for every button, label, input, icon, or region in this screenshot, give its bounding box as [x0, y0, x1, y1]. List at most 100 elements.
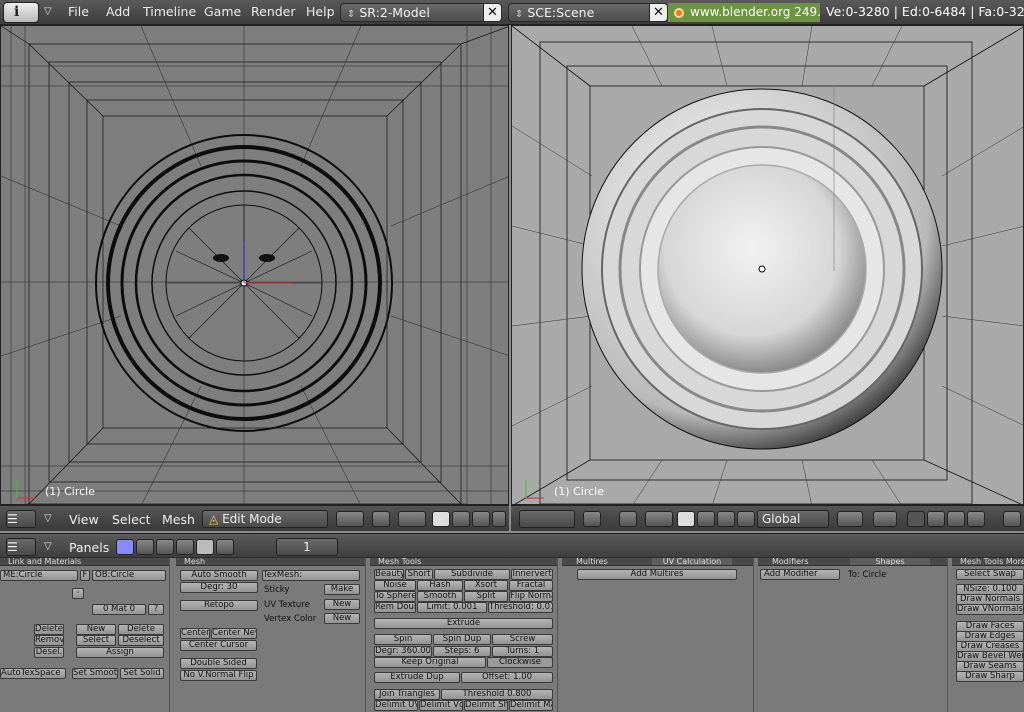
collapse-menu-icon[interactable]: ▽: [44, 5, 56, 19]
flip-normal-button[interactable]: Flip Normal: [509, 591, 553, 602]
menu-file[interactable]: File: [68, 4, 89, 19]
scene-close-icon[interactable]: ✕: [649, 4, 667, 21]
screen-selector[interactable]: ⇕ SR:2-Model ✕: [340, 3, 502, 22]
screw-button[interactable]: Screw: [492, 634, 553, 645]
center-cursor-button[interactable]: Center Cursor: [180, 640, 257, 651]
uv-texture-new-button[interactable]: New: [324, 599, 360, 610]
panels-menu[interactable]: Panels: [69, 540, 109, 555]
material-index-field[interactable]: 0 Mat 0: [92, 604, 146, 615]
menu-select[interactable]: Select: [112, 512, 151, 527]
delimit-sharp-toggle[interactable]: Delimit Sha: [464, 700, 508, 711]
shapes-tab[interactable]: Shapes: [850, 558, 930, 565]
degr-field[interactable]: Degr: 30: [180, 582, 258, 593]
vgroup-delete-button[interactable]: Delete: [34, 624, 64, 635]
set-smooth-button[interactable]: Set Smoot: [72, 668, 118, 679]
subdivide-button[interactable]: Subdivide: [434, 569, 510, 580]
beauty-button[interactable]: Beauty: [374, 569, 404, 580]
buttons-window-type-icon[interactable]: ☰: [6, 538, 36, 556]
split-button[interactable]: Split: [464, 591, 508, 602]
short-button[interactable]: Short: [405, 569, 433, 580]
scene-menu-icon[interactable]: ⇕: [515, 9, 523, 20]
multires-tab[interactable]: Multires: [562, 558, 652, 565]
material-delete-button[interactable]: Delete: [118, 624, 164, 635]
innervert-button[interactable]: Innervert: [511, 569, 553, 580]
auto-smooth-button[interactable]: Auto Smooth: [180, 570, 258, 581]
mode-selector[interactable]: ◬ Edit Mode: [202, 510, 328, 528]
hash-button[interactable]: Hash: [417, 580, 463, 591]
render-preview-icon[interactable]: [1003, 511, 1021, 527]
add-multires-button[interactable]: Add Multires: [577, 569, 737, 580]
limit-selection-icon[interactable]: [967, 511, 985, 527]
vgroup-remove-button[interactable]: Remove: [34, 635, 64, 646]
join-threshold-field[interactable]: Threshold 0.800: [441, 689, 553, 700]
menu-render[interactable]: Render: [251, 4, 296, 19]
pivot-icon[interactable]: [372, 511, 390, 527]
rotate-right-icon[interactable]: [717, 511, 735, 527]
info-window-button[interactable]: i: [3, 2, 39, 23]
rem-doubles-button[interactable]: Rem Doubl: [374, 602, 416, 613]
pivot-right-icon[interactable]: [619, 511, 637, 527]
script-context-icon[interactable]: [136, 539, 154, 555]
delimit-mat-toggle[interactable]: Delimit Ma: [509, 700, 553, 711]
autotexspace-button[interactable]: AutoTexSpace: [0, 668, 66, 679]
spin-degr-field[interactable]: Degr: 360.00: [374, 646, 432, 657]
scale-right-icon[interactable]: [737, 511, 755, 527]
viewport-wireframe[interactable]: (1) Circle: [0, 25, 509, 505]
snap-right-icon[interactable]: [645, 511, 673, 527]
snap-icon[interactable]: [398, 511, 426, 527]
manipulator-rotate-icon[interactable]: [472, 511, 490, 527]
select-swap-button[interactable]: Select Swap: [956, 569, 1024, 580]
delimit-uv-toggle[interactable]: Delimit UV: [374, 700, 418, 711]
center-new-button[interactable]: Center New: [211, 628, 257, 639]
menu-game[interactable]: Game: [204, 4, 241, 19]
menu-view[interactable]: View: [69, 512, 99, 527]
extrude-dup-button[interactable]: Extrude Dup: [374, 672, 460, 683]
material-new-button[interactable]: New: [76, 624, 116, 635]
hand-icon[interactable]: [432, 511, 450, 527]
add-modifier-dropdown[interactable]: Add Modifier: [760, 569, 840, 580]
spin-dup-button[interactable]: Spin Dup: [433, 634, 491, 645]
offset-field[interactable]: Offset: 1.00: [461, 672, 553, 683]
scene-selector[interactable]: ⇕ SCE:Scene ✕: [508, 3, 668, 22]
occlude-icon[interactable]: [873, 511, 897, 527]
mesh-name-field[interactable]: ME:Circle: [0, 570, 78, 581]
screen-close-icon[interactable]: ✕: [483, 4, 501, 21]
material-select-button[interactable]: Select: [76, 635, 116, 646]
vertex-select-icon[interactable]: [907, 511, 925, 527]
vgroup-deselect-button[interactable]: Desel.: [34, 647, 64, 658]
spin-button[interactable]: Spin: [374, 634, 432, 645]
face-select-icon[interactable]: [947, 511, 965, 527]
scene-context-icon[interactable]: [216, 539, 234, 555]
shading-context-icon[interactable]: [156, 539, 174, 555]
threshold-field[interactable]: Threshold: 0.010: [488, 602, 553, 613]
material-assign-button[interactable]: Assign: [76, 647, 164, 658]
limit-field[interactable]: Limit: 0.001: [417, 602, 487, 613]
viewport-solid[interactable]: (1) Circle: [511, 25, 1024, 505]
edge-select-icon[interactable]: [927, 511, 945, 527]
center-button[interactable]: Center: [180, 628, 210, 639]
uv-calculation-tab[interactable]: UV Calculation: [652, 558, 732, 565]
menu-help[interactable]: Help: [306, 4, 335, 19]
retopo-button[interactable]: Retopo: [180, 600, 258, 611]
keep-original-toggle[interactable]: Keep Original: [374, 657, 486, 668]
proportional-icon[interactable]: [837, 511, 863, 527]
to-sphere-button[interactable]: To Sphere: [374, 591, 416, 602]
menu-timeline[interactable]: Timeline: [143, 4, 196, 19]
draw-solid-icon[interactable]: [583, 511, 601, 527]
material-arrows[interactable]: ◦: [72, 588, 84, 599]
screen-menu-icon[interactable]: ⇕: [347, 9, 355, 20]
header-collapse-icon[interactable]: ▽: [44, 512, 56, 526]
draw-sharp-toggle[interactable]: Draw Sharp: [956, 671, 1024, 682]
draw-type-icon[interactable]: [336, 511, 364, 527]
fractal-button[interactable]: Fractal: [509, 580, 553, 591]
object-name-field[interactable]: OB:Circle: [92, 570, 166, 581]
orientation-dropdown[interactable]: Global: [757, 510, 829, 528]
view-mode-dropdown[interactable]: [519, 510, 575, 528]
sticky-make-button[interactable]: Make: [324, 584, 360, 595]
buttons-collapse-icon[interactable]: ▽: [44, 540, 56, 554]
material-query-button[interactable]: ?: [148, 604, 164, 615]
vertex-color-new-button[interactable]: New: [324, 613, 360, 624]
xsort-button[interactable]: Xsort: [464, 580, 508, 591]
frame-field[interactable]: 1: [276, 538, 338, 556]
manipulator-translate-icon[interactable]: [452, 511, 470, 527]
